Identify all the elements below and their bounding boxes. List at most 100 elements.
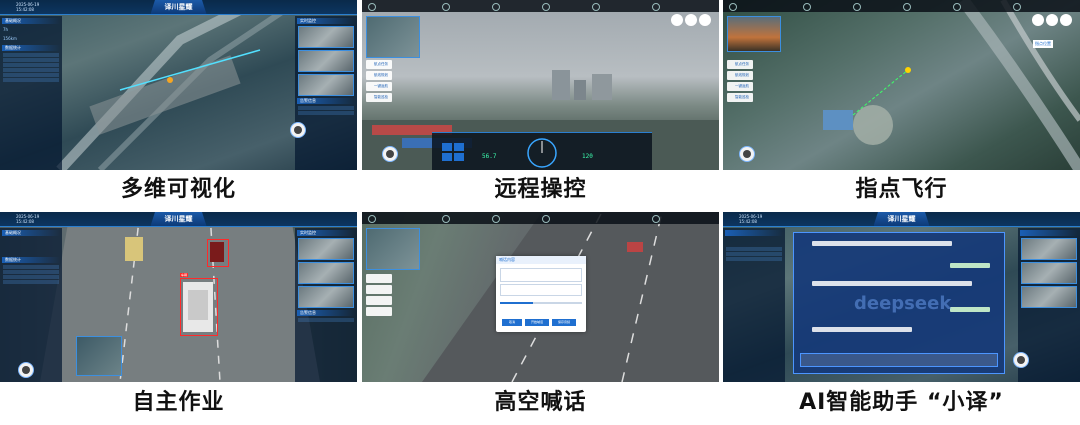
menu-item[interactable]: 智能巡检 (727, 93, 753, 102)
list-item[interactable] (726, 257, 782, 261)
camera-thumbnail[interactable] (298, 286, 354, 308)
settings-icon[interactable] (652, 3, 660, 11)
dialog-title: 喊话内容 (496, 256, 586, 264)
assistant-avatar[interactable] (739, 146, 755, 162)
stat-hours: 7h (3, 27, 9, 32)
camera-thumbnail[interactable] (1021, 238, 1077, 260)
detection-box (180, 278, 218, 336)
section-basic: 基础概况 (2, 230, 60, 236)
list-item[interactable] (3, 280, 59, 284)
list-item[interactable] (3, 270, 59, 274)
menu-item[interactable] (366, 296, 392, 305)
list-item[interactable] (3, 73, 59, 77)
back-icon[interactable] (729, 3, 737, 11)
menu-item[interactable] (366, 285, 392, 294)
signal-icon (492, 215, 500, 223)
detection-label: 车辆 (180, 273, 189, 277)
message-ai (950, 263, 990, 268)
section-alert: 告警信息 (297, 310, 355, 316)
clock: 2025-06-19 15:42:08 (16, 2, 40, 12)
side-menu: 航点任务 航线规划 一键返航 智能巡检 (727, 60, 753, 104)
list-item[interactable] (3, 78, 59, 82)
start-broadcast-button[interactable]: 开始喊话 (525, 319, 549, 326)
assistant-avatar[interactable] (18, 362, 34, 378)
stat (726, 238, 782, 246)
battery-icon (442, 215, 450, 223)
section-data: 数据统计 (2, 45, 60, 51)
record-button[interactable] (671, 14, 683, 26)
top-toolbar (362, 0, 719, 12)
menu-item[interactable]: 智能巡检 (366, 93, 392, 102)
chat-window: deepseek (793, 232, 1005, 374)
camera-thumbnail[interactable] (298, 262, 354, 284)
list-item[interactable] (298, 318, 354, 322)
list-item[interactable] (298, 111, 354, 115)
track-map-inset[interactable] (76, 336, 122, 376)
list-item[interactable] (726, 247, 782, 251)
text-input[interactable] (500, 284, 582, 296)
list-item[interactable] (3, 68, 59, 72)
caption-4: 自主作业 (132, 390, 225, 415)
list-item[interactable] (3, 58, 59, 62)
gps-icon (542, 215, 550, 223)
list-item[interactable] (3, 63, 59, 67)
caption-1: 多维可视化 (120, 177, 236, 202)
settings-icon[interactable] (1013, 3, 1021, 11)
cancel-button[interactable]: 取消 (502, 319, 522, 326)
record-button[interactable] (1032, 14, 1044, 26)
stat-distance: 156km (3, 36, 17, 41)
section-monitor: 实时监控 (297, 230, 355, 236)
camera-thumbnail[interactable] (298, 238, 354, 260)
camera-thumbnail[interactable] (298, 74, 354, 96)
menu-item[interactable]: 航线规划 (727, 71, 753, 80)
list-item[interactable] (3, 53, 59, 57)
back-icon[interactable] (368, 215, 376, 223)
mini-map[interactable] (366, 228, 420, 270)
left-sidebar (723, 228, 785, 382)
save-audio-button[interactable]: 保存音频 (552, 319, 576, 326)
control-panel: 56.7 120 (432, 132, 652, 170)
text-input[interactable] (500, 268, 582, 282)
left-sidebar: 基础概况 7h 156km 数据统计 (0, 16, 62, 170)
message-ai (950, 307, 990, 312)
capture-button[interactable] (1060, 14, 1072, 26)
photo-button[interactable] (1046, 14, 1058, 26)
menu-item[interactable]: 航点任务 (366, 60, 392, 69)
camera-thumbnail[interactable] (1021, 262, 1077, 284)
assistant-avatar[interactable] (290, 122, 306, 138)
camera-thumbnail[interactable] (1021, 286, 1077, 308)
svg-text:120: 120 (582, 153, 593, 160)
top-toolbar (723, 0, 1080, 12)
side-menu: 航点任务 航线规划 一键返航 智能巡检 (366, 60, 392, 104)
chat-input[interactable] (800, 353, 998, 367)
settings-icon[interactable] (652, 215, 660, 223)
menu-item[interactable]: 一键返航 (727, 82, 753, 91)
right-sidebar: 实时监控 告警信息 (295, 228, 357, 382)
list-item[interactable] (3, 275, 59, 279)
list-item[interactable] (3, 265, 59, 269)
menu-item[interactable] (366, 307, 392, 316)
menu-item[interactable]: 航线规划 (366, 71, 392, 80)
message-user (812, 241, 952, 246)
assistant-avatar[interactable] (1013, 352, 1029, 368)
right-sidebar: 实时监控 告警信息 (295, 16, 357, 170)
list-item[interactable] (726, 252, 782, 256)
back-icon[interactable] (368, 3, 376, 11)
photo-button[interactable] (685, 14, 697, 26)
message-user (812, 327, 912, 332)
camera-thumbnail[interactable] (298, 26, 354, 48)
gps-icon (903, 3, 911, 11)
menu-item[interactable] (366, 274, 392, 283)
camera-inset[interactable] (727, 16, 781, 52)
section (725, 230, 783, 236)
volume-slider[interactable] (500, 302, 582, 304)
menu-item[interactable]: 航点任务 (727, 60, 753, 69)
menu-item[interactable]: 一键返航 (366, 82, 392, 91)
camera-thumbnail[interactable] (298, 50, 354, 72)
stat (3, 247, 59, 255)
broadcast-dialog: 喊话内容 取消 开始喊话 保存音频 (496, 256, 586, 332)
assistant-avatar[interactable] (382, 146, 398, 162)
capture-button[interactable] (699, 14, 711, 26)
list-item[interactable] (298, 106, 354, 110)
mini-map[interactable] (366, 16, 420, 58)
